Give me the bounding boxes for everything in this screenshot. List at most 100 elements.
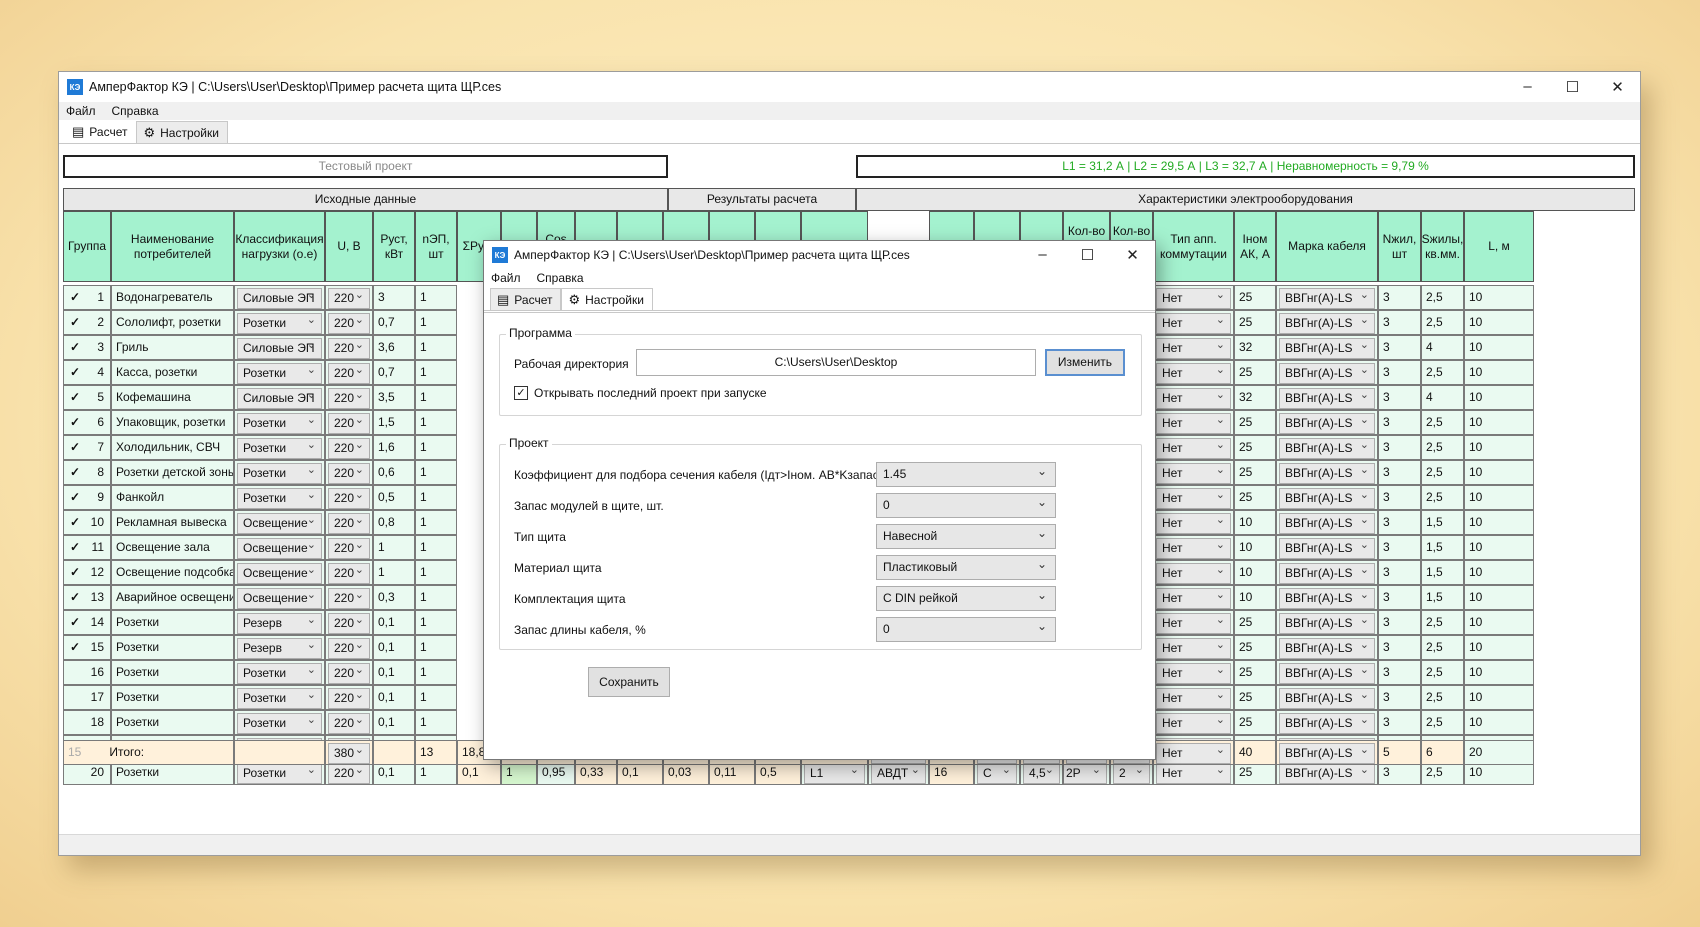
power-cell[interactable]: 0,7	[373, 310, 415, 335]
voltage-select[interactable]: 220	[328, 663, 370, 684]
load-class-select[interactable]: Розетки	[237, 438, 322, 459]
switch-select[interactable]: Нет	[1156, 538, 1231, 559]
consumer-name[interactable]: Рекламная вывеска	[111, 510, 234, 535]
length-cell[interactable]: 10	[1464, 335, 1534, 360]
voltage-select[interactable]: 220	[328, 588, 370, 609]
cable-select[interactable]: ВВГнг(А)-LS	[1279, 438, 1375, 459]
total-length[interactable]: 20	[1464, 740, 1534, 765]
load-class-select[interactable]: Розетки	[237, 413, 322, 434]
tab-settings[interactable]: ⚙ Настройки	[136, 121, 228, 143]
switch-select[interactable]: Нет	[1156, 513, 1231, 534]
load-class-select[interactable]: Освещение	[237, 538, 322, 559]
voltage-select[interactable]: 220	[328, 513, 370, 534]
cable-select[interactable]: ВВГнг(А)-LS	[1279, 488, 1375, 509]
open-last-checkbox[interactable]: ✓	[514, 386, 528, 400]
switch-select[interactable]: Нет	[1156, 613, 1231, 634]
save-button[interactable]: Сохранить	[588, 667, 670, 697]
voltage-select[interactable]: 220	[328, 538, 370, 559]
length-cell[interactable]: 10	[1464, 285, 1534, 310]
voltage-select[interactable]: 220	[328, 388, 370, 409]
load-class-select[interactable]: Освещение	[237, 513, 322, 534]
check-icon[interactable]: ✓	[70, 636, 80, 659]
project-field-select[interactable]: Пластиковый	[876, 553, 1056, 580]
length-cell[interactable]: 10	[1464, 360, 1534, 385]
power-cell[interactable]: 1,6	[373, 435, 415, 460]
power-cell[interactable]: 0,1	[373, 660, 415, 685]
power-cell[interactable]: 0,5	[373, 485, 415, 510]
cores-cell[interactable]: 3	[1378, 460, 1421, 485]
consumer-name[interactable]: Розетки	[111, 685, 234, 710]
power-cell[interactable]: 0,1	[373, 635, 415, 660]
change-dir-button[interactable]: Изменить	[1045, 349, 1125, 376]
cable-select[interactable]: ВВГнг(А)-LS	[1279, 413, 1375, 434]
load-class-select[interactable]: Силовые ЭП	[237, 388, 322, 409]
switch-select[interactable]: Нет	[1156, 388, 1231, 409]
total-voltage-select[interactable]: 380	[328, 743, 370, 764]
dialog-tab-calc[interactable]: ▤ Расчет	[490, 288, 562, 310]
nep-cell[interactable]: 1	[415, 460, 457, 485]
switch-select[interactable]: Нет	[1156, 638, 1231, 659]
project-field-select[interactable]: С DIN рейкой	[876, 584, 1056, 611]
voltage-select[interactable]: 220	[328, 638, 370, 659]
check-icon[interactable]: ✓	[70, 536, 80, 559]
length-cell[interactable]: 10	[1464, 435, 1534, 460]
check-icon[interactable]: ✓	[70, 411, 80, 434]
power-cell[interactable]: 1,5	[373, 410, 415, 435]
cable-select[interactable]: ВВГнг(А)-LS	[1279, 463, 1375, 484]
cable-select[interactable]: ВВГнг(А)-LS	[1279, 663, 1375, 684]
nep-cell[interactable]: 1	[415, 385, 457, 410]
switch-select[interactable]: Нет	[1156, 588, 1231, 609]
power-cell[interactable]: 0,3	[373, 585, 415, 610]
dialog-maximize-button[interactable]: ☐	[1065, 246, 1110, 264]
nep-cell[interactable]: 1	[415, 335, 457, 360]
check-icon[interactable]: ✓	[70, 436, 80, 459]
cores-cell[interactable]: 3	[1378, 560, 1421, 585]
nep-cell[interactable]: 1	[415, 610, 457, 635]
cable-select[interactable]: ВВГнг(А)-LS	[1279, 563, 1375, 584]
nep-cell[interactable]: 1	[415, 310, 457, 335]
switch-select[interactable]: Нет	[1156, 463, 1231, 484]
length-cell[interactable]: 10	[1464, 710, 1534, 735]
cable-select[interactable]: ВВГнг(А)-LS	[1279, 688, 1375, 709]
voltage-select[interactable]: 220	[328, 613, 370, 634]
switch-select[interactable]: Нет	[1156, 413, 1231, 434]
dialog-menu-help[interactable]: Справка	[537, 271, 584, 285]
cable-select[interactable]: ВВГнг(А)-LS	[1279, 763, 1375, 784]
consumer-name[interactable]: Розетки	[111, 635, 234, 660]
voltage-select[interactable]: 220	[328, 438, 370, 459]
cores-cell[interactable]: 3	[1378, 385, 1421, 410]
length-cell[interactable]: 10	[1464, 685, 1534, 710]
consumer-name[interactable]: Водонагреватель	[111, 285, 234, 310]
load-class-select[interactable]: Освещение	[237, 563, 322, 584]
project-field-select[interactable]: Навесной	[876, 522, 1056, 549]
load-class-select[interactable]: Освещение	[237, 588, 322, 609]
voltage-select[interactable]: 220	[328, 413, 370, 434]
length-cell[interactable]: 10	[1464, 610, 1534, 635]
length-cell[interactable]: 10	[1464, 585, 1534, 610]
cable-select[interactable]: ВВГнг(А)-LS	[1279, 338, 1375, 359]
switch-select[interactable]: Нет	[1156, 488, 1231, 509]
length-cell[interactable]: 10	[1464, 385, 1534, 410]
project-field-select[interactable]: 0	[876, 615, 1056, 642]
cores-cell[interactable]: 3	[1378, 585, 1421, 610]
load-class-select[interactable]: Розетки	[237, 713, 322, 734]
nep-cell[interactable]: 1	[415, 435, 457, 460]
device-select[interactable]: АВДТ	[871, 763, 926, 784]
length-cell[interactable]: 10	[1464, 660, 1534, 685]
switch-select[interactable]: Нет	[1156, 338, 1231, 359]
cores-cell[interactable]: 3	[1378, 660, 1421, 685]
voltage-select[interactable]: 220	[328, 463, 370, 484]
voltage-select[interactable]: 220	[328, 488, 370, 509]
switch-select[interactable]: Нет	[1156, 313, 1231, 334]
cores-cell[interactable]: 3	[1378, 685, 1421, 710]
length-cell[interactable]: 10	[1464, 535, 1534, 560]
load-class-select[interactable]: Розетки	[237, 763, 322, 784]
cores-cell[interactable]: 3	[1378, 285, 1421, 310]
cores-cell[interactable]: 3	[1378, 310, 1421, 335]
cores-cell[interactable]: 3	[1378, 535, 1421, 560]
voltage-select[interactable]: 220	[328, 763, 370, 784]
nep-cell[interactable]: 1	[415, 510, 457, 535]
load-class-select[interactable]: Розетки	[237, 663, 322, 684]
load-class-select[interactable]: Силовые ЭП	[237, 288, 322, 309]
load-class-select[interactable]: Розетки	[237, 363, 322, 384]
